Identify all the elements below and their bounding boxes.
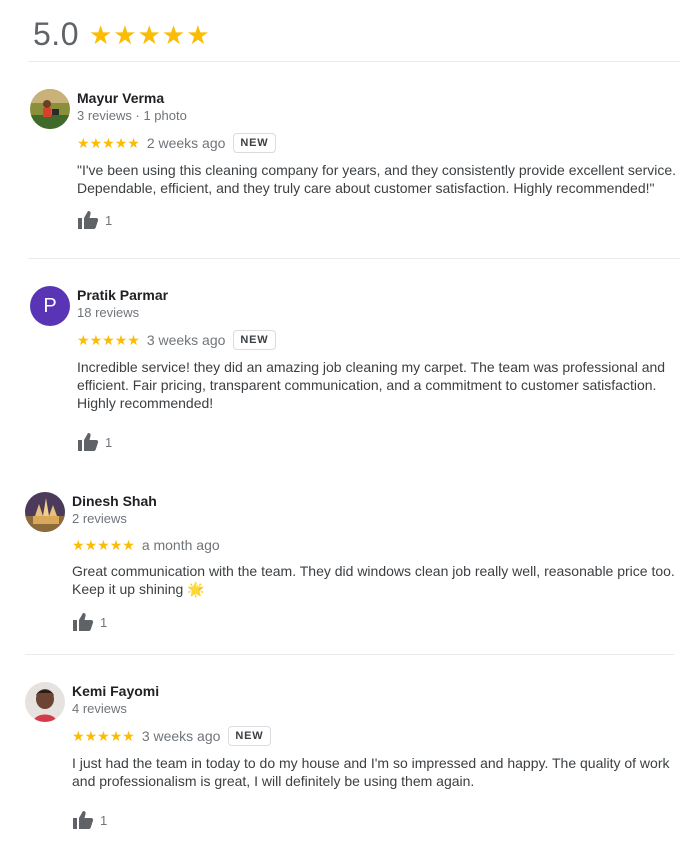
- thumbs-up-icon[interactable]: [72, 612, 94, 632]
- star-icon: ★: [122, 728, 135, 744]
- star-icon: ★: [127, 332, 140, 348]
- star-icon: ★: [137, 19, 161, 50]
- star-icon: ★: [89, 135, 103, 151]
- star-icon: ★: [84, 728, 98, 744]
- review-date: 3 weeks ago: [146, 332, 226, 348]
- star-icon: ★: [109, 728, 123, 744]
- star-icon: ★: [89, 332, 103, 348]
- reviewer-avatar[interactable]: [25, 492, 65, 532]
- new-badge: NEW: [228, 726, 271, 746]
- reviewer-meta: 2 reviews: [72, 511, 127, 526]
- star-icon: ★: [114, 332, 128, 348]
- thumbs-up-icon[interactable]: [77, 432, 99, 452]
- review-text: Incredible service! they did an amazing …: [77, 359, 666, 411]
- star-icon: ★: [127, 135, 140, 151]
- reviewer-meta: 18 reviews: [77, 305, 140, 320]
- like-count: 1: [105, 434, 113, 450]
- reviewer-name[interactable]: Dinesh Shah: [72, 492, 675, 510]
- reviewer-meta: 4 reviews: [72, 701, 127, 716]
- review-text: "I've been using this cleaning company f…: [77, 162, 677, 196]
- reviewer-name[interactable]: Kemi Fayomi: [72, 682, 675, 700]
- star-icon: ★: [161, 19, 186, 50]
- reviewer-avatar[interactable]: [25, 682, 65, 722]
- star-icon: ★: [102, 332, 115, 348]
- star-icon: ★: [97, 728, 110, 744]
- reviewer-meta: 3 reviews · 1 photo: [77, 108, 187, 123]
- divider: [25, 654, 674, 655]
- star-icon: ★: [72, 537, 85, 553]
- review-date: 3 weeks ago: [141, 728, 221, 744]
- thumbs-up-icon[interactable]: [72, 810, 94, 830]
- reviewer-avatar[interactable]: P: [30, 286, 70, 326]
- reviewer-name[interactable]: Mayur Verma: [77, 89, 680, 107]
- star-icon: ★: [72, 728, 85, 744]
- like-count: 1: [100, 614, 108, 630]
- new-badge: NEW: [233, 133, 276, 153]
- review-date: a month ago: [141, 537, 220, 553]
- review-stars: ★ ★ ★ ★ ★: [72, 538, 135, 552]
- review-text: Great communication with the team. They …: [72, 563, 675, 597]
- review-stars: ★ ★ ★ ★ ★: [72, 729, 135, 743]
- review-stars: ★ ★ ★ ★ ★: [77, 136, 140, 150]
- overall-rating: 5.0: [33, 16, 79, 52]
- reviewer-name[interactable]: Pratik Parmar: [77, 286, 680, 304]
- star-icon: ★: [109, 537, 123, 553]
- star-icon: ★: [77, 135, 90, 151]
- divider: [28, 61, 680, 62]
- review-stars: ★ ★ ★ ★ ★: [77, 333, 140, 347]
- new-badge: NEW: [233, 330, 276, 350]
- star-icon: ★: [113, 19, 137, 50]
- star-icon: ★: [88, 19, 113, 50]
- like-count: 1: [100, 812, 108, 828]
- star-icon: ★: [97, 537, 110, 553]
- thumbs-up-icon[interactable]: [77, 210, 99, 230]
- star-icon: ★: [122, 537, 135, 553]
- star-icon: ★: [114, 135, 128, 151]
- review-text: I just had the team in today to do my ho…: [72, 755, 670, 789]
- review-date: 2 weeks ago: [146, 135, 226, 151]
- star-icon: ★: [84, 537, 98, 553]
- star-icon: ★: [186, 19, 210, 50]
- reviewer-avatar[interactable]: [30, 89, 70, 129]
- rating-summary: 5.0 ★ ★ ★ ★ ★: [33, 16, 210, 53]
- like-count: 1: [105, 212, 113, 228]
- star-icon: ★: [77, 332, 90, 348]
- star-icon: ★: [102, 135, 115, 151]
- overall-stars: ★ ★ ★ ★ ★: [89, 22, 210, 48]
- divider: [28, 258, 680, 259]
